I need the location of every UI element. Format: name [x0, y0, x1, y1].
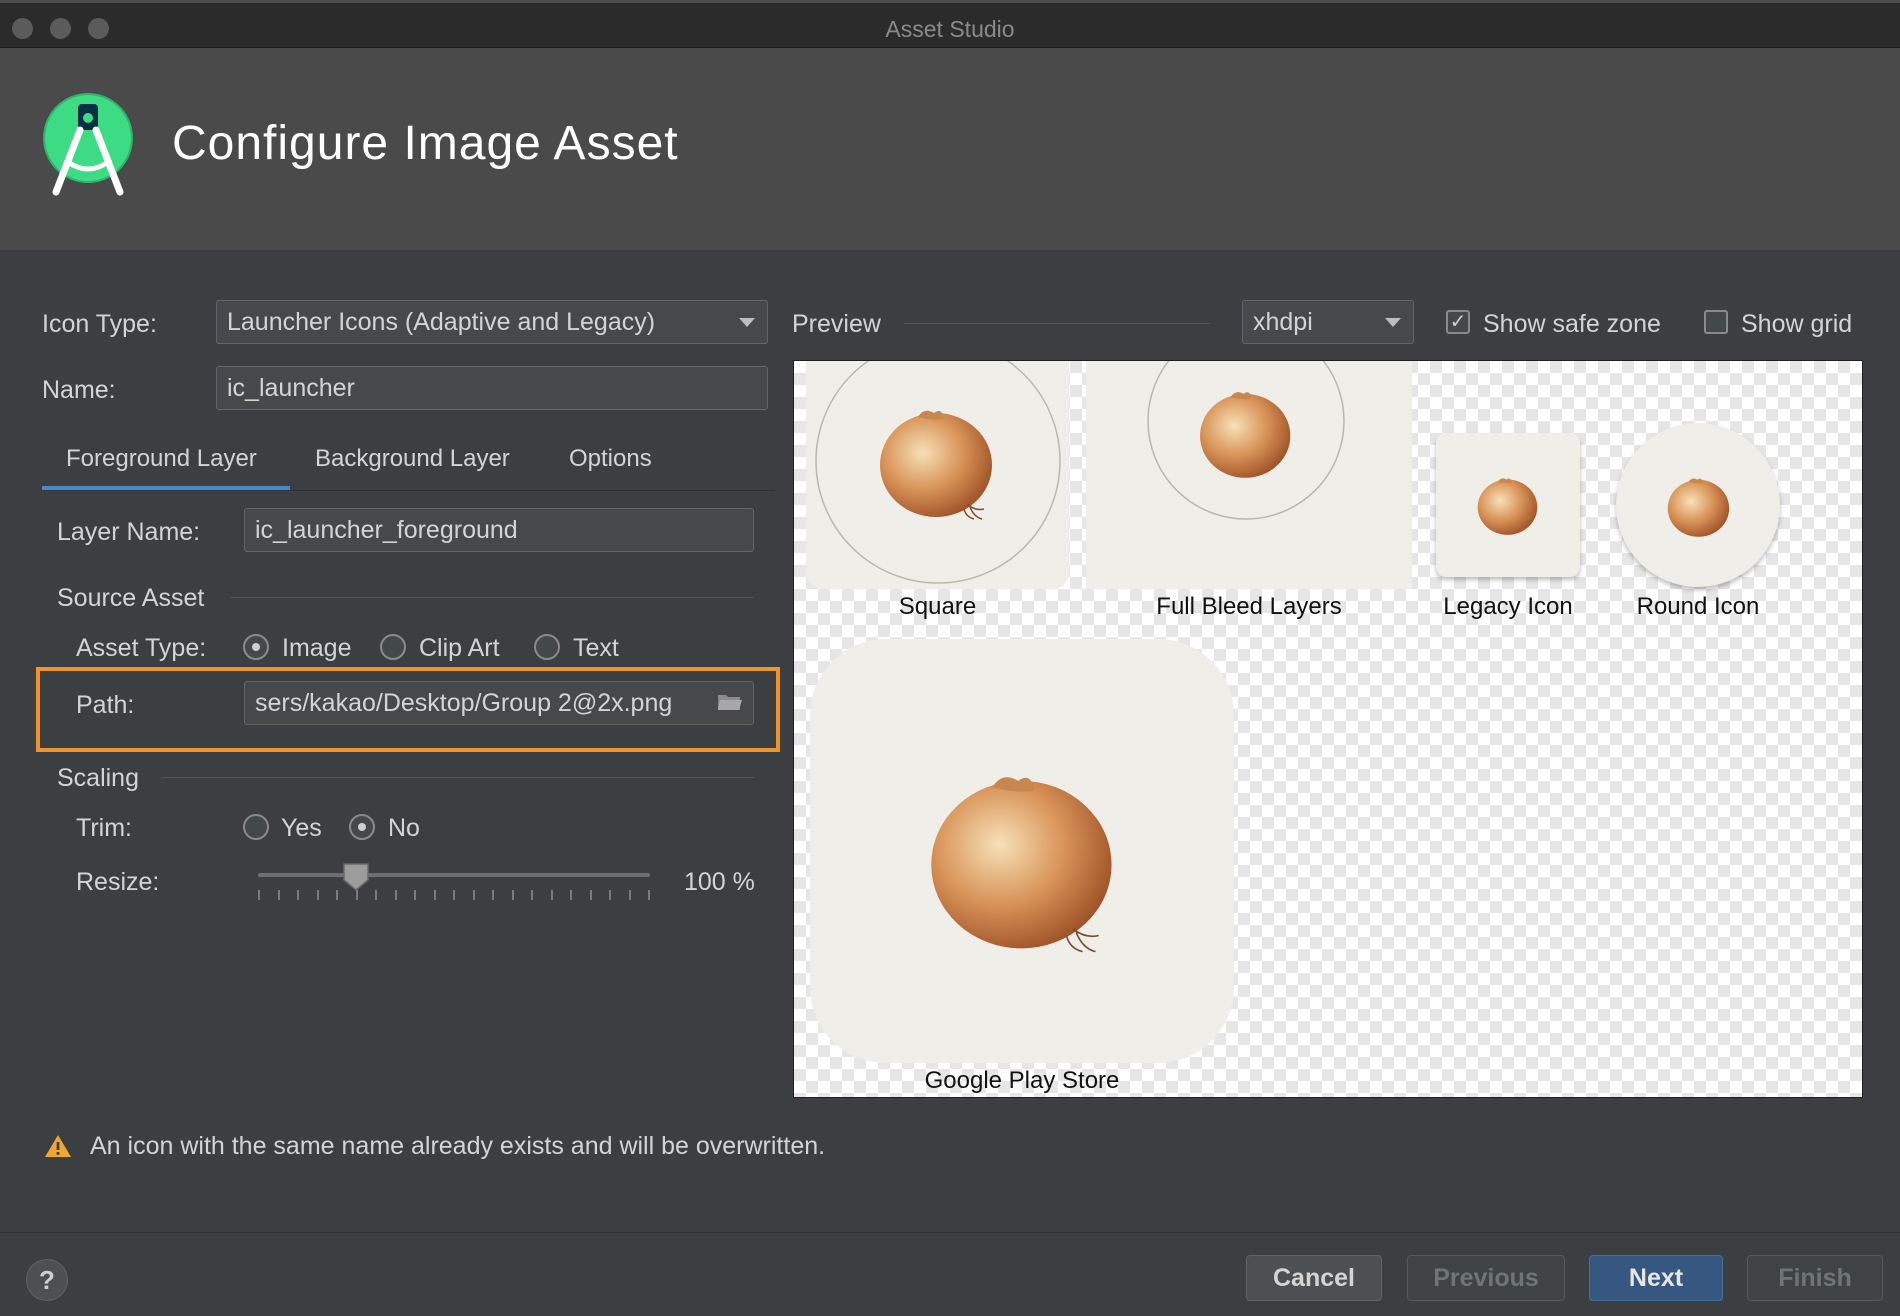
density-dropdown[interactable]: xhdpi — [1242, 300, 1414, 344]
resize-slider-thumb[interactable] — [342, 862, 370, 892]
resize-value: 100 % — [684, 868, 755, 896]
help-button[interactable]: ? — [26, 1259, 68, 1301]
icon-type-label: Icon Type: — [42, 310, 157, 338]
slider-tick — [453, 890, 455, 900]
asset-type-image-label[interactable]: Image — [282, 634, 351, 663]
slider-tick — [316, 890, 319, 900]
asset-type-clipart-radio[interactable] — [380, 634, 406, 660]
slider-tick — [589, 890, 592, 900]
onion-image — [931, 777, 1112, 953]
warning-message: An icon with the same name already exist… — [90, 1132, 826, 1160]
onion-image — [1667, 478, 1730, 537]
slider-tick — [648, 890, 650, 900]
tab-background-layer[interactable]: Background Layer — [315, 445, 510, 473]
trim-label: Trim: — [76, 814, 132, 842]
warning-icon — [45, 1135, 71, 1157]
slider-tick — [336, 890, 338, 900]
section-divider — [230, 597, 754, 598]
path-field[interactable]: sers/kakao/Desktop/Group 2@2x.png — [244, 681, 754, 725]
layer-name-value: ic_launcher_foreground — [255, 515, 518, 544]
path-label: Path: — [76, 691, 135, 719]
full-bleed-label: Full Bleed Layers — [1156, 593, 1342, 620]
slider-tick — [375, 890, 377, 900]
wizard-footer: ? Cancel Previous Next Finish — [0, 1232, 1900, 1316]
tab-options[interactable]: Options — [569, 445, 652, 473]
slider-tick — [258, 890, 260, 900]
name-label: Name: — [42, 376, 116, 404]
preview-section-title: Preview — [792, 310, 881, 338]
scaling-section-title: Scaling — [57, 764, 139, 792]
slider-tick — [414, 890, 416, 900]
asset-type-image-radio[interactable] — [243, 634, 269, 660]
name-value: ic_launcher — [227, 373, 355, 402]
slider-tick — [511, 890, 514, 900]
slider-tick — [394, 890, 397, 900]
slider-tick — [550, 890, 553, 900]
slider-tick — [472, 890, 475, 900]
slider-tick — [355, 890, 358, 900]
onion-image — [1477, 478, 1538, 535]
resize-label: Resize: — [76, 868, 160, 896]
resize-slider-track[interactable] — [258, 873, 650, 877]
asset-type-label: Asset Type: — [76, 634, 207, 662]
slider-tick — [277, 890, 280, 900]
wizard-content: Icon Type: Launcher Icons (Adaptive and … — [0, 250, 1900, 1232]
layer-name-field[interactable]: ic_launcher_foreground — [244, 508, 754, 552]
folder-icon[interactable] — [717, 692, 743, 712]
trim-no-label[interactable]: No — [388, 814, 420, 843]
slider-tick — [570, 890, 572, 900]
asset-type-clipart-label[interactable]: Clip Art — [419, 634, 500, 663]
show-grid-label[interactable]: Show grid — [1741, 310, 1852, 339]
legacy-icon-label: Legacy Icon — [1443, 593, 1573, 620]
window-title-bar: Asset Studio — [0, 0, 1900, 48]
onion-image — [880, 410, 992, 520]
slider-tick — [297, 890, 299, 900]
source-asset-section-title: Source Asset — [57, 584, 205, 612]
section-divider — [162, 777, 754, 778]
next-button[interactable]: Next — [1589, 1255, 1723, 1301]
path-value: sers/kakao/Desktop/Group 2@2x.png — [255, 688, 673, 717]
play-store-label: Google Play Store — [924, 1067, 1120, 1094]
density-value: xhdpi — [1253, 307, 1313, 336]
asset-type-text-label[interactable]: Text — [573, 634, 619, 663]
trim-no-radio[interactable] — [349, 814, 375, 840]
page-title: Configure Image Asset — [172, 117, 679, 170]
slider-tick — [492, 890, 494, 900]
tabs-divider — [42, 490, 775, 491]
show-grid-checkbox[interactable] — [1704, 310, 1728, 334]
cancel-button[interactable]: Cancel — [1246, 1255, 1382, 1301]
round-icon-label: Round Icon — [1636, 593, 1760, 620]
finish-button[interactable]: Finish — [1747, 1255, 1883, 1301]
slider-tick — [531, 890, 533, 900]
window-title: Asset Studio — [885, 16, 1015, 42]
trim-yes-radio[interactable] — [243, 814, 269, 840]
tab-foreground-layer[interactable]: Foreground Layer — [66, 445, 257, 473]
icon-type-dropdown[interactable]: Launcher Icons (Adaptive and Legacy) — [216, 300, 768, 344]
icon-type-value: Launcher Icons (Adaptive and Legacy) — [227, 307, 656, 336]
active-tab-indicator — [42, 486, 290, 490]
name-field[interactable]: ic_launcher — [216, 366, 768, 410]
asset-type-text-radio[interactable] — [534, 634, 560, 660]
show-safe-zone-checkbox[interactable]: ✓ — [1446, 310, 1470, 334]
icon-preview-panel: Square Full Bleed Layers Legacy Icon Rou… — [793, 360, 1863, 1098]
layer-name-label: Layer Name: — [57, 518, 201, 546]
chevron-down-icon — [739, 318, 755, 327]
trim-yes-label[interactable]: Yes — [281, 814, 322, 843]
square-label: Square — [898, 593, 977, 620]
show-safe-zone-label[interactable]: Show safe zone — [1483, 310, 1661, 339]
slider-tick — [628, 890, 631, 900]
section-divider — [904, 323, 1210, 324]
wizard-header: Configure Image Asset — [0, 48, 1900, 250]
slider-tick — [433, 890, 436, 900]
android-studio-logo-icon — [43, 93, 133, 196]
chevron-down-icon — [1385, 318, 1401, 327]
slider-tick — [609, 890, 611, 900]
resize-slider-ticks — [258, 890, 650, 902]
onion-image — [1200, 392, 1291, 478]
previous-button[interactable]: Previous — [1407, 1255, 1565, 1301]
